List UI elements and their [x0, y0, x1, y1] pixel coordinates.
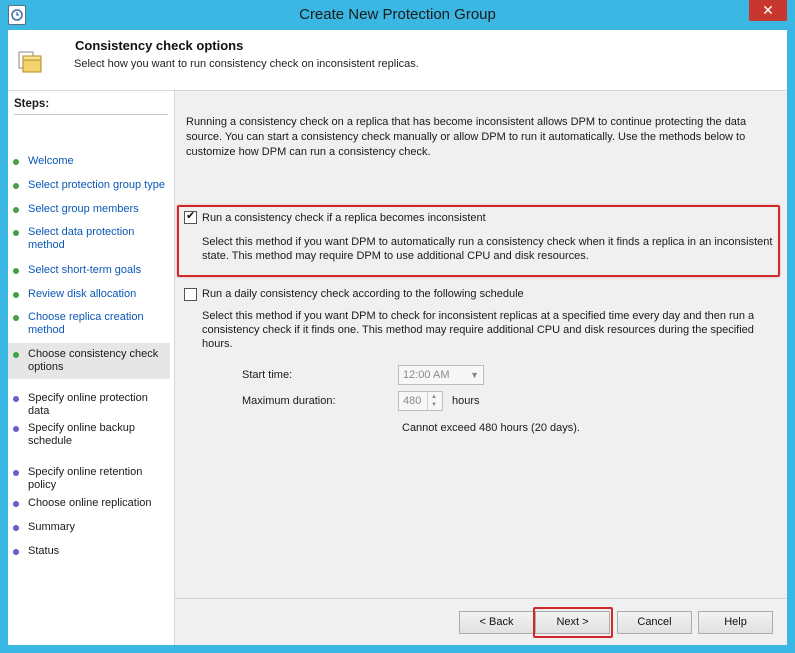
step-label: Select data protection method	[28, 226, 135, 251]
duration-limit-note: Cannot exceed 480 hours (20 days).	[402, 422, 580, 434]
step-review-disk-allocation[interactable]: Review disk allocation	[8, 288, 170, 302]
content-panel: Running a consistency check on a replica…	[177, 91, 787, 598]
step-status-dot	[13, 525, 19, 531]
window-title: Create New Protection Group	[299, 6, 496, 23]
step-select-short-term-goals[interactable]: Select short-term goals	[8, 264, 170, 278]
max-duration-value: 480	[403, 395, 422, 407]
footer-divider	[174, 598, 787, 599]
step-label: Specify online retention policy	[28, 466, 143, 491]
daily-consistency-check-checkbox[interactable]	[184, 288, 197, 301]
max-duration-label: Maximum duration:	[242, 395, 336, 407]
step-select-group-members[interactable]: Select group members	[8, 203, 170, 217]
chevron-down-icon: ▼	[470, 370, 479, 380]
start-time-select[interactable]: 12:00 AM ▼	[398, 365, 484, 385]
start-time-label: Start time:	[242, 369, 293, 381]
page-header: Consistency check options Select how you…	[8, 30, 787, 91]
start-time-value: 12:00 AM	[403, 369, 450, 381]
step-status-dot	[13, 315, 19, 321]
steps-divider	[14, 114, 168, 115]
title-bar: Create New Protection Group ✕	[0, 0, 795, 30]
step-specify-online-backup-schedule: Specify online backup schedule	[8, 422, 170, 449]
step-status-dot	[13, 292, 19, 298]
step-status-dot	[13, 352, 19, 358]
step-status-dot	[13, 159, 19, 165]
step-label: Status	[28, 545, 60, 557]
arrow-down-icon[interactable]: ▼	[431, 401, 437, 409]
auto-consistency-check-checkbox[interactable]	[184, 209, 197, 224]
step-label: Welcome	[28, 155, 74, 167]
step-status-dot	[13, 549, 19, 555]
folder-pages-icon	[17, 48, 45, 76]
step-status-dot	[13, 470, 19, 476]
auto-consistency-check-label[interactable]: Run a consistency check if a replica bec…	[202, 212, 486, 224]
auto-consistency-check-description: Select this method if you want DPM to au…	[202, 236, 773, 262]
step-status-dot	[13, 426, 19, 432]
hours-label: hours	[452, 395, 480, 407]
steps-panel: Steps: Welcome Select protection group t…	[8, 91, 175, 645]
step-select-data-protection-method[interactable]: Select data protection method	[8, 226, 170, 253]
help-button[interactable]: Help	[698, 611, 773, 634]
step-label: Choose replica creation method	[28, 311, 144, 336]
arrow-up-icon[interactable]: ▲	[431, 393, 437, 401]
intro-text: Running a consistency check on a replica…	[186, 116, 747, 158]
step-choose-replica-creation-method[interactable]: Choose replica creation method	[8, 311, 170, 338]
steps-title: Steps:	[14, 98, 50, 110]
step-status-dot	[13, 396, 19, 402]
step-status-dot	[13, 501, 19, 507]
step-label: Select short-term goals	[28, 264, 142, 276]
step-label: Specify online backup schedule	[28, 422, 136, 447]
step-label: Select protection group type	[28, 179, 165, 191]
page-subtitle: Select how you want to run consistency c…	[74, 58, 419, 70]
step-label: Review disk allocation	[28, 288, 137, 300]
step-choose-online-replication: Choose online replication	[8, 497, 170, 511]
step-welcome[interactable]: Welcome	[8, 155, 170, 169]
back-button[interactable]: < Back	[459, 611, 534, 634]
wizard-client: Consistency check options Select how you…	[8, 30, 787, 645]
daily-consistency-check-label[interactable]: Run a daily consistency check according …	[202, 288, 524, 300]
daily-consistency-check-description: Select this method if you want DPM to ch…	[202, 310, 755, 350]
step-label: Choose online replication	[28, 497, 152, 509]
step-label: Specify online protection data	[28, 392, 148, 417]
step-status: Status	[8, 545, 170, 559]
wizard-window: Create New Protection Group ✕ Consistenc…	[0, 0, 795, 653]
step-choose-consistency-check-options[interactable]: Choose consistency check options	[8, 343, 170, 379]
cancel-button[interactable]: Cancel	[617, 611, 692, 634]
step-status-dot	[13, 207, 19, 213]
next-button[interactable]: Next >	[535, 611, 610, 634]
step-label: Select group members	[28, 203, 139, 215]
page-title: Consistency check options	[75, 38, 244, 53]
close-button[interactable]: ✕	[749, 0, 787, 21]
step-select-protection-group-type[interactable]: Select protection group type	[8, 179, 170, 193]
stepper-buttons[interactable]: ▲ ▼	[427, 392, 442, 410]
step-status-dot	[13, 268, 19, 274]
step-status-dot	[13, 230, 19, 236]
step-summary: Summary	[8, 521, 170, 535]
step-specify-online-retention-policy: Specify online retention policy	[8, 466, 170, 491]
step-label: Summary	[28, 521, 76, 533]
step-status-dot	[13, 183, 19, 189]
step-label: Choose consistency check options	[28, 348, 159, 373]
max-duration-stepper[interactable]: 480 ▲ ▼	[398, 391, 443, 411]
step-specify-online-protection-data: Specify online protection data	[8, 392, 170, 417]
